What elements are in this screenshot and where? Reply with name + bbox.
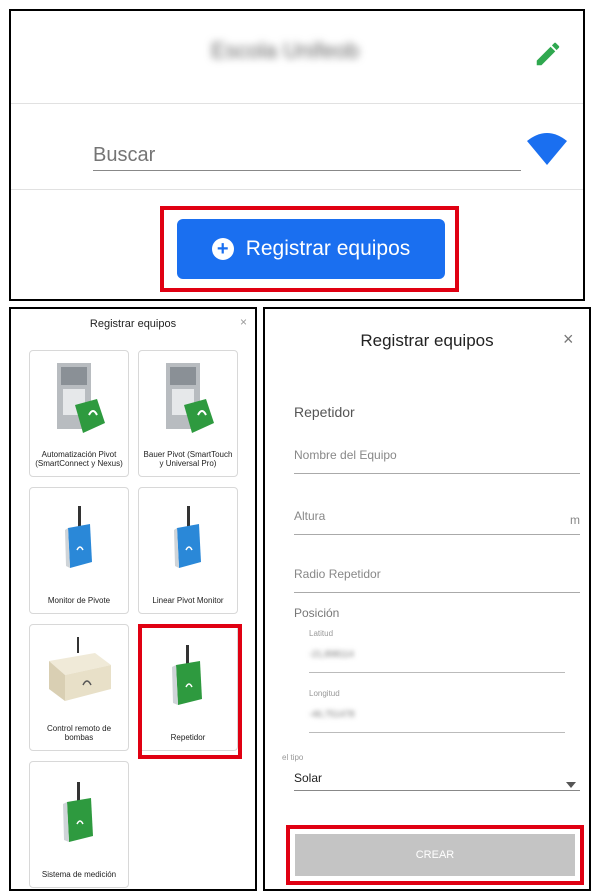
height-field[interactable]: Altura m (294, 509, 580, 535)
close-icon[interactable]: × (240, 315, 247, 329)
latitude-field[interactable]: Latitud -21,898114 (309, 627, 565, 673)
type-select[interactable]: el tipo Solar (282, 753, 580, 793)
search-row (11, 105, 583, 190)
card-linear-pivot-monitor[interactable]: Linear Pivot Monitor (138, 487, 238, 614)
card-control-remoto-bombas[interactable]: Control remoto de bombas (29, 624, 129, 751)
field-placeholder: Altura (294, 509, 326, 523)
type-label: el tipo (282, 753, 304, 762)
create-button[interactable]: CREAR (295, 834, 575, 876)
farm-title: Escola Unifeob (211, 38, 359, 63)
green-device-icon (30, 782, 128, 848)
card-bauer-pivot[interactable]: Bauer Pivot (SmartTouch y Universal Pro) (138, 350, 238, 477)
repeater-radius-field[interactable]: Radio Repetidor (294, 567, 580, 593)
modal-title: Registrar equipos (360, 331, 494, 350)
blue-device-icon (30, 506, 128, 572)
blue-device-icon (139, 506, 237, 572)
section-title: Repetidor (294, 404, 355, 420)
card-label: Sistema de medición (41, 870, 117, 879)
modal-title: Registrar equipos (89, 318, 177, 330)
card-monitor-pivote[interactable]: Monitor de Pivote (29, 487, 129, 614)
register-equipment-button[interactable]: + Registrar equipos (177, 219, 445, 279)
position-label: Posición (294, 606, 340, 620)
dropdown-arrow-icon (566, 775, 576, 793)
device-type-modal: Registrar equipos × Automatización Pivot… (9, 307, 257, 891)
card-label: Automatización Pivot (SmartConnect y Nex… (35, 450, 123, 468)
height-unit: m (570, 513, 580, 527)
repetidor-highlight (138, 624, 242, 759)
field-placeholder: Radio Repetidor (294, 567, 381, 581)
longitude-field[interactable]: Longitud -46,751478 (309, 687, 565, 733)
register-form-modal: Registrar equipos × Repetidor Nombre del… (263, 307, 591, 891)
longitude-value: -46,751478 (309, 709, 355, 719)
card-label: Control remoto de bombas (46, 724, 112, 742)
field-placeholder: Nombre del Equipo (294, 448, 397, 462)
card-label: Monitor de Pivote (47, 596, 111, 605)
register-highlight: + Registrar equipos (160, 206, 459, 292)
card-sistema-medicion[interactable]: Sistema de medición (29, 761, 129, 888)
pump-controller-icon (30, 637, 128, 703)
latitude-value: -21,898114 (309, 649, 354, 659)
title-row: Escola Unifeob (11, 11, 583, 104)
card-label: Bauer Pivot (SmartTouch y Universal Pro) (143, 450, 233, 468)
equipment-name-field[interactable]: Nombre del Equipo (294, 448, 580, 474)
type-value: Solar (294, 771, 323, 785)
latitude-label: Latitud (309, 629, 334, 638)
controller-box-icon (139, 361, 237, 441)
register-button-label: Registrar equipos (245, 237, 411, 260)
longitude-label: Longitud (309, 689, 340, 698)
card-automatizacion-pivot[interactable]: Automatización Pivot (SmartConnect y Nex… (29, 350, 129, 477)
controller-box-icon (30, 361, 128, 441)
create-highlight: CREAR (286, 825, 584, 885)
header-panel: Escola Unifeob + Registrar equipos (9, 9, 585, 301)
edit-pencil-icon[interactable] (533, 39, 563, 74)
wifi-icon[interactable] (527, 133, 567, 170)
card-label: Linear Pivot Monitor (152, 596, 224, 605)
search-input[interactable] (93, 141, 521, 171)
close-icon[interactable]: × (563, 329, 589, 350)
plus-circle-icon: + (211, 238, 234, 260)
